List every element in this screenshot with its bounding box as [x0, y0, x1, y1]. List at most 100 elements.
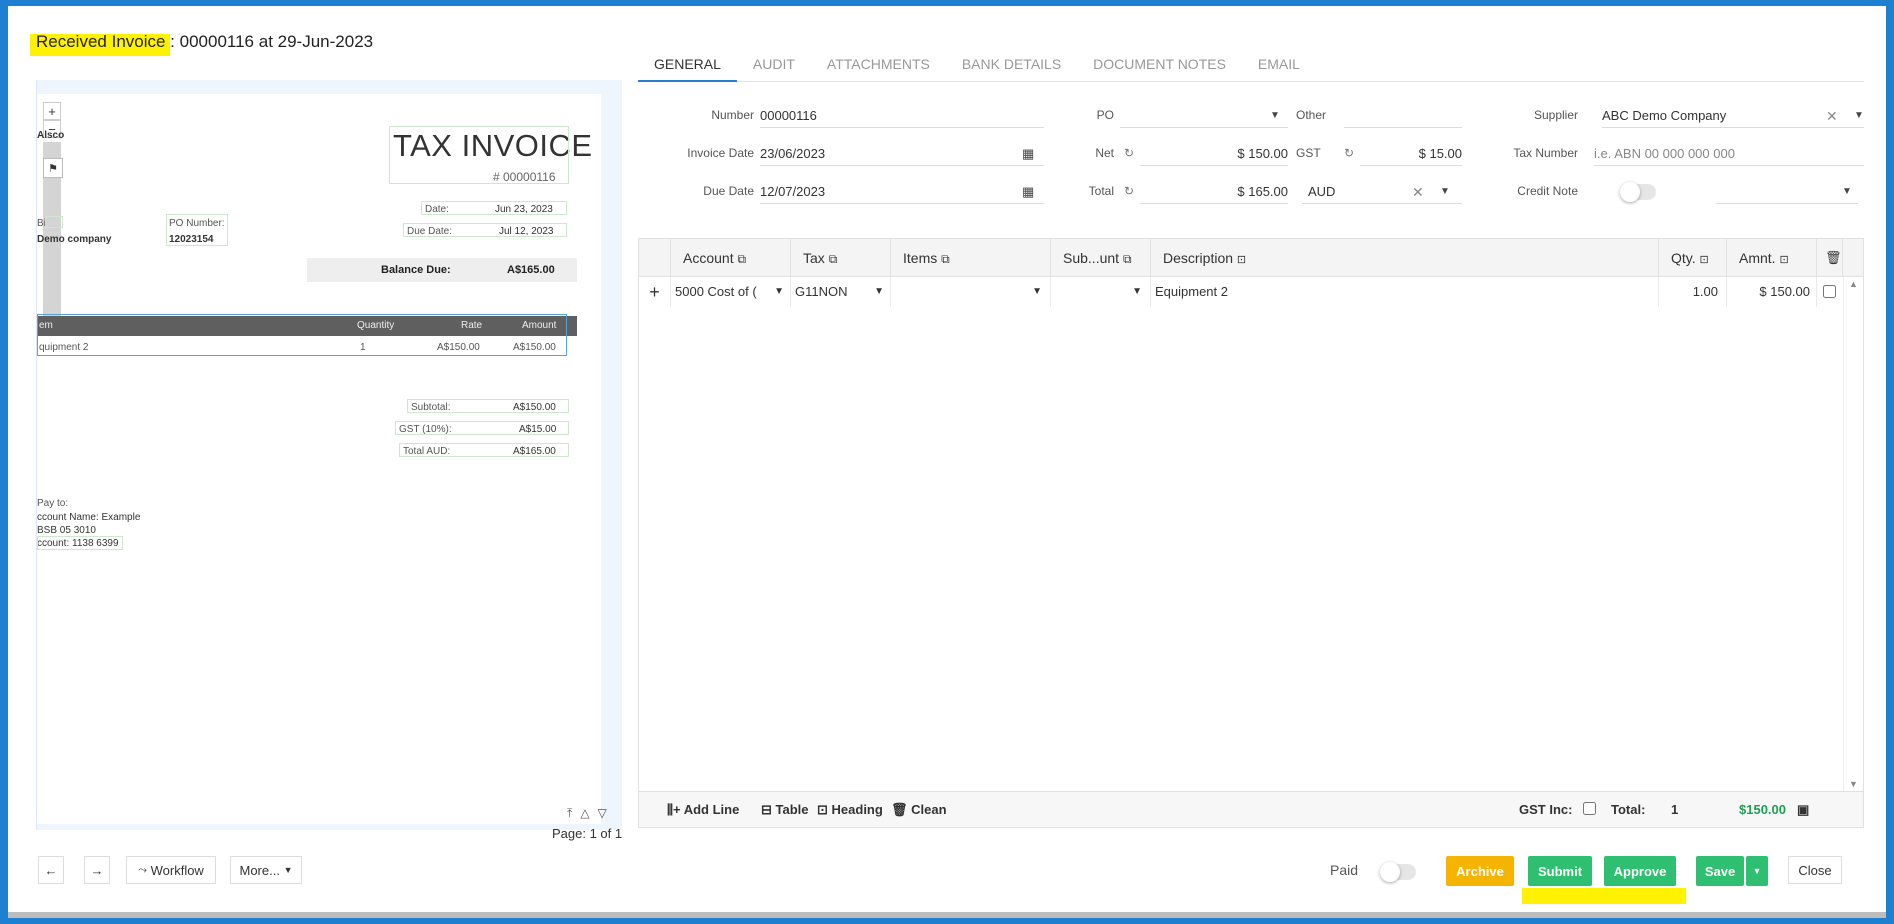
total-label: Total [1088, 184, 1114, 198]
trash-icon[interactable]: 🗑 [1817, 239, 1843, 277]
workflow-icon: ⤳ [138, 863, 147, 876]
po-select[interactable] [1120, 106, 1288, 128]
next-button[interactable]: → [84, 856, 110, 884]
doc-payto-box [37, 536, 123, 550]
scroll-down-icon[interactable]: ▼ [1849, 779, 1858, 789]
add-row-icon[interactable]: + [639, 277, 671, 307]
total-field[interactable]: $ 165.00 [1140, 182, 1288, 204]
submit-button[interactable]: Submit [1528, 856, 1592, 886]
grid-header-qty[interactable]: Qty. ⊡ [1659, 239, 1727, 277]
grid-header-account[interactable]: Account ⧉ [671, 239, 791, 277]
chevron-down-icon[interactable]: ▼ [774, 277, 784, 307]
row-account-value: 5000 Cost of ( [675, 284, 757, 299]
scroll-up-icon[interactable]: ▲ [1849, 279, 1858, 289]
gst-inc-checkbox[interactable] [1583, 802, 1596, 815]
chevron-down-icon[interactable]: ▼ [1440, 186, 1450, 197]
grid-header-amount[interactable]: Amnt. ⊡ [1727, 239, 1817, 277]
document-sheet: + − ⚑ Alsco TAX INVOICE # 00000116 Bi De… [37, 94, 601, 824]
tab-attachments[interactable]: ATTACHMENTS [811, 46, 946, 82]
chevron-down-icon[interactable]: ▼ [1270, 110, 1280, 121]
gst-field[interactable]: $ 15.00 [1360, 144, 1462, 166]
refresh-icon[interactable]: ↻ [1124, 184, 1134, 198]
supplier-select[interactable]: ABC Demo Company [1602, 106, 1864, 128]
viewer-tools: ⤒ △ ▽ [567, 806, 607, 821]
clear-icon[interactable]: ✕ [1412, 184, 1424, 201]
doc-total-box [399, 443, 569, 457]
chevron-down-icon[interactable]: ▼ [1842, 186, 1852, 197]
grid-header-items[interactable]: Items ⧉ [891, 239, 1051, 277]
doc-po-box [166, 214, 228, 246]
row-amount-field[interactable]: $ 150.00 [1727, 277, 1817, 307]
scrollbar[interactable]: ▲ ▼ [1843, 277, 1863, 793]
currency-select[interactable]: AUD [1302, 182, 1462, 204]
chevron-down-icon[interactable]: ▼ [1032, 277, 1042, 307]
row-checkbox[interactable] [1823, 285, 1836, 298]
chevron-down-icon[interactable]: ▼ [1132, 277, 1142, 307]
chevron-down-icon[interactable]: ▼ [874, 277, 884, 307]
add-line-button[interactable]: ⫼+ Add Line [667, 802, 739, 818]
net-field[interactable]: $ 150.00 [1140, 144, 1288, 166]
row-subaccount-select[interactable]: ▼ [1051, 277, 1151, 307]
tab-email[interactable]: EMAIL [1242, 46, 1316, 82]
doc-payto-bsb: BSB 05 3010 [37, 525, 96, 536]
copy-icon[interactable]: ⧉ [1123, 252, 1132, 266]
chevron-down-icon[interactable]: ▼ [1854, 110, 1864, 121]
previous-button[interactable]: ← [38, 856, 64, 884]
clean-button[interactable]: 🗑 Clean [891, 802, 947, 818]
calendar-icon[interactable]: ▦ [1022, 184, 1034, 200]
comment-icon[interactable]: ▣ [1797, 802, 1809, 818]
due-date-field[interactable]: 12/07/2023 [760, 182, 1044, 204]
other-field[interactable] [1344, 106, 1462, 128]
copy-icon[interactable]: ⧉ [829, 252, 838, 266]
copy-icon[interactable]: ⧉ [941, 252, 950, 266]
approve-button[interactable]: Approve [1604, 856, 1676, 886]
grid-header-tax[interactable]: Tax ⧉ [791, 239, 891, 277]
invoice-date-field[interactable]: 23/06/2023 [760, 144, 1044, 166]
tab-document-notes[interactable]: DOCUMENT NOTES [1077, 46, 1242, 82]
expand-icon[interactable]: ⊡ [1700, 254, 1709, 266]
more-button[interactable]: More... ▼ [230, 856, 302, 884]
zoom-in-button[interactable]: + [43, 102, 61, 120]
doc-due-box [403, 223, 567, 237]
title-number: 00000116 [179, 32, 255, 51]
table-button[interactable]: ⊟ Table [761, 802, 809, 818]
row-select-checkbox[interactable] [1817, 277, 1843, 307]
number-field[interactable]: 00000116 [760, 106, 1044, 128]
expand-icon[interactable]: ⊡ [1779, 254, 1788, 266]
prev-page-icon[interactable]: △ [580, 806, 589, 821]
credit-note-select[interactable] [1716, 182, 1858, 204]
copy-icon[interactable]: ⧉ [737, 252, 746, 266]
page-label: Page: 1 of 1 [552, 826, 623, 841]
save-button[interactable]: Save [1696, 856, 1744, 886]
expand-icon[interactable]: ⊡ [1237, 254, 1246, 266]
grid-header-description[interactable]: Description ⊡ [1151, 239, 1659, 277]
workflow-button[interactable]: ⤳ Workflow [126, 856, 216, 884]
refresh-icon[interactable]: ↻ [1344, 146, 1354, 160]
paid-toggle[interactable] [1380, 862, 1416, 882]
refresh-icon[interactable]: ↻ [1124, 146, 1134, 160]
row-qty-field[interactable]: 1.00 [1659, 277, 1727, 307]
archive-button[interactable]: Archive [1446, 856, 1514, 886]
tab-general[interactable]: GENERAL [638, 46, 737, 82]
heading-button[interactable]: ⊡ Heading [817, 802, 883, 818]
next-page-icon[interactable]: ▽ [598, 806, 607, 821]
tab-audit[interactable]: AUDIT [737, 46, 811, 82]
grid-footer: ⫼+ Add Line ⊟ Table ⊡ Heading 🗑 Clean GS… [639, 791, 1863, 827]
row-account-select[interactable]: 5000 Cost of ( ▼ [671, 277, 791, 307]
credit-note-toggle[interactable] [1620, 182, 1656, 202]
document-viewer[interactable]: + − ⚑ Alsco TAX INVOICE # 00000116 Bi De… [36, 80, 622, 830]
grid-header-subaccount[interactable]: Sub...unt ⧉ [1051, 239, 1151, 277]
row-items-select[interactable]: ▼ [891, 277, 1051, 307]
clear-icon[interactable]: ✕ [1826, 108, 1838, 125]
tab-bank-details[interactable]: BANK DETAILS [946, 46, 1077, 82]
row-tax-value: G11NON [795, 284, 848, 299]
tax-number-field[interactable]: i.e. ABN 00 000 000 000 [1594, 144, 1864, 166]
save-dropdown-button[interactable]: ▼ [1746, 856, 1768, 886]
fit-icon[interactable]: ⤒ [567, 806, 572, 821]
row-tax-select[interactable]: G11NON ▼ [791, 277, 891, 307]
page-title: Received Invoice : 00000116 at 29-Jun-20… [36, 32, 373, 52]
calendar-icon[interactable]: ▦ [1022, 146, 1034, 162]
close-button[interactable]: Close [1788, 856, 1842, 884]
row-description-field[interactable]: Equipment 2 [1151, 277, 1659, 307]
flag-icon[interactable]: ⚑ [43, 158, 63, 178]
